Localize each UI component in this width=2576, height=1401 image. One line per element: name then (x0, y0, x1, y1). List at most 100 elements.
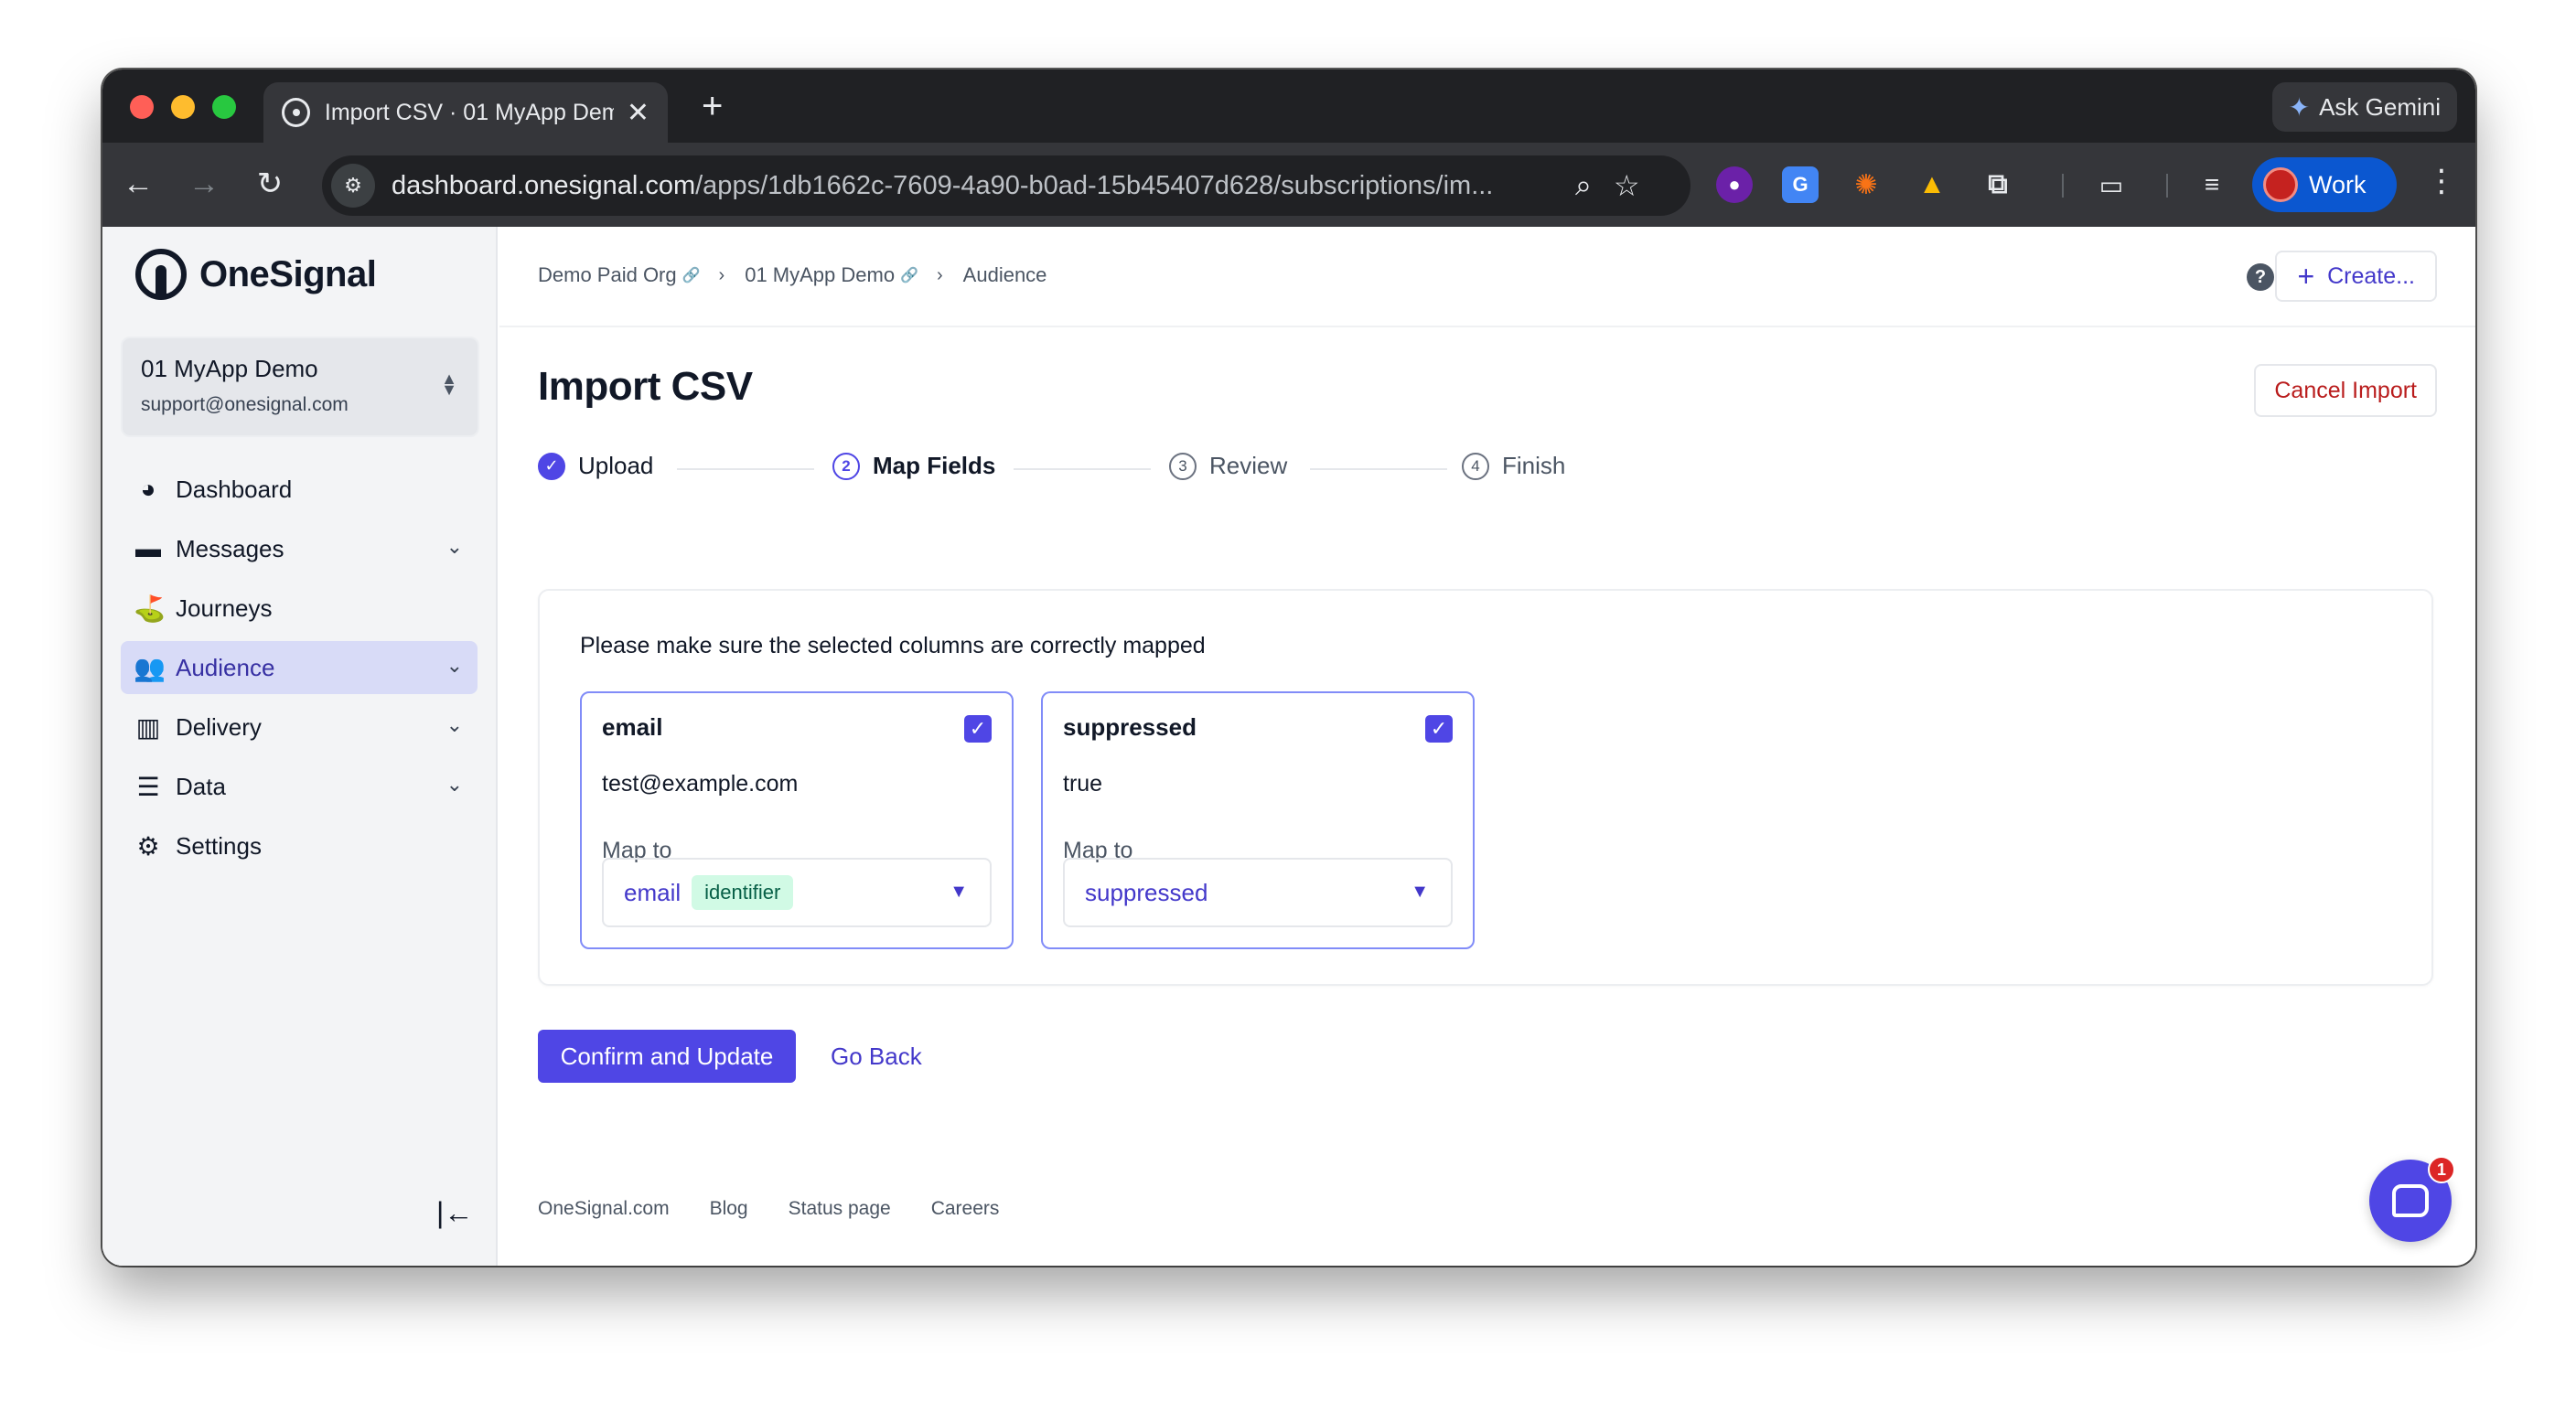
back-arrow-icon[interactable]: ← (115, 161, 161, 207)
sidebar-item-delivery[interactable]: ▥ Delivery ⌄ (121, 700, 478, 754)
step-connector (1014, 468, 1151, 470)
collapse-sidebar-icon[interactable]: |← (436, 1196, 473, 1230)
mapping-instruction: Please make sure the selected columns ar… (580, 633, 1206, 658)
bookmark-star-icon[interactable]: ☆ (1614, 168, 1640, 203)
sidebar-item-label: Messages (176, 534, 284, 562)
tab-search-icon[interactable]: ▭ (2093, 166, 2130, 203)
dropdown-caret-icon: ▼ (1411, 882, 1429, 902)
sidebar-item-journeys[interactable]: ⛳ Journeys (121, 582, 478, 635)
page-title: Import CSV (538, 364, 753, 409)
browser-tab-active[interactable]: Import CSV · 01 MyApp Demo ✕ (263, 82, 668, 143)
page: OneSignal 01 MyApp Demo support@onesigna… (102, 227, 2475, 1266)
ask-gemini-button[interactable]: ✦ Ask Gemini (2271, 82, 2457, 132)
field-card-suppressed: suppressed ✓ true Map to suppressed ▼ (1041, 691, 1475, 949)
breadcrumb-app[interactable]: 01 MyApp Demo (745, 263, 895, 287)
sidebar-item-messages[interactable]: ▬ Messages ⌄ (121, 522, 478, 575)
toolbar-separator (2062, 174, 2064, 198)
create-button[interactable]: + Create... (2275, 251, 2437, 302)
close-window-button[interactable] (130, 95, 154, 119)
sample-value: true (1063, 771, 1103, 797)
include-column-checkbox[interactable]: ✓ (964, 715, 992, 743)
minimize-window-button[interactable] (171, 95, 195, 119)
brand-name: OneSignal (199, 253, 377, 294)
sidebar-item-settings[interactable]: ⚙ Settings (121, 819, 478, 872)
reload-icon[interactable]: ↻ (247, 161, 293, 207)
chat-launcher-button[interactable]: 1 (2369, 1156, 2455, 1242)
dashboard-icon: ◕ (140, 475, 156, 503)
footer-link-status[interactable]: Status page (789, 1198, 891, 1220)
breadcrumb: Demo Paid Org 🔗 › 01 MyApp Demo 🔗 › Audi… (538, 263, 1046, 287)
dropdown-caret-icon: ▼ (950, 882, 968, 902)
step-upload: ✓ Upload (538, 452, 653, 480)
sidebar-item-dashboard[interactable]: ◕ Dashboard (121, 463, 478, 516)
column-name: email (602, 713, 663, 741)
chevron-down-icon[interactable]: ⌄ (446, 713, 463, 737)
url-text[interactable]: dashboard.onesignal.com/apps/1db1662c-76… (392, 171, 1553, 201)
zoom-search-icon[interactable]: ⌕ (1575, 168, 1592, 203)
check-circle-icon: ✓ (538, 452, 565, 480)
link-icon: 🔗 (900, 268, 918, 283)
sidebar-item-audience[interactable]: 👥 Audience ⌄ (121, 641, 478, 694)
messages-icon: ▬ (135, 534, 161, 562)
step-label: Upload (578, 452, 654, 479)
breadcrumb-audience[interactable]: Audience (963, 263, 1047, 287)
top-bar: Demo Paid Org 🔗 › 01 MyApp Demo 🔗 › Audi… (499, 227, 2475, 327)
settings-icon: ⚙ (136, 831, 160, 861)
notification-badge: 1 (2428, 1156, 2455, 1183)
sunburst-extension-icon[interactable]: ✺ (1848, 166, 1884, 203)
step-label: Map Fields (873, 452, 996, 479)
breadcrumb-org[interactable]: Demo Paid Org (538, 263, 677, 287)
step-connector (677, 468, 814, 470)
sidebar-item-label: Audience (176, 653, 275, 681)
footer-link-blog[interactable]: Blog (710, 1198, 748, 1220)
browser-menu-icon[interactable]: ⋮ (2426, 163, 2457, 199)
drive-extension-icon[interactable]: ▲ (1914, 166, 1950, 203)
extension-1-icon[interactable]: ● (1716, 166, 1753, 203)
cancel-import-button[interactable]: Cancel Import (2254, 364, 2437, 417)
browser-window: Import CSV · 01 MyApp Demo ✕ + ✦ Ask Gem… (102, 70, 2475, 1266)
forward-arrow-icon[interactable]: → (181, 161, 227, 207)
include-column-checkbox[interactable]: ✓ (1425, 715, 1453, 743)
updown-chevron-icon: ▲ ▼ (441, 369, 457, 399)
sidebar: OneSignal 01 MyApp Demo support@onesigna… (102, 227, 498, 1266)
address-bar[interactable]: ⚙ dashboard.onesignal.com/apps/1db1662c-… (322, 155, 1690, 216)
identifier-badge: identifier (692, 875, 794, 910)
profile-button[interactable]: Work (2252, 157, 2397, 212)
footer-link-careers[interactable]: Careers (931, 1198, 1000, 1220)
reading-list-icon[interactable]: ≡ (2194, 166, 2230, 203)
chevron-down-icon[interactable]: ⌄ (446, 773, 463, 797)
new-tab-button[interactable]: + (702, 86, 723, 127)
onesignal-logo-icon (135, 249, 187, 300)
onesignal-logo[interactable]: OneSignal (135, 249, 377, 300)
map-to-select[interactable]: suppressed ▼ (1063, 858, 1453, 927)
step-number: 4 (1462, 452, 1489, 480)
sidebar-item-data[interactable]: ☰ Data ⌄ (121, 760, 478, 813)
chevron-down-icon[interactable]: ⌄ (446, 654, 463, 678)
extensions-puzzle-icon[interactable]: ⧉ (1980, 166, 2016, 203)
tab-close-icon[interactable]: ✕ (627, 97, 649, 129)
step-review: 3 Review (1169, 452, 1287, 480)
map-to-select[interactable]: email identifier ▼ (602, 858, 992, 927)
step-map-fields: 2 Map Fields (832, 452, 995, 480)
field-card-email: email ✓ test@example.com Map to email id… (580, 691, 1014, 949)
breadcrumb-separator: › (718, 264, 725, 285)
confirm-and-update-button[interactable]: Confirm and Update (538, 1030, 796, 1083)
chevron-down-icon[interactable]: ⌄ (446, 535, 463, 559)
maximize-window-button[interactable] (212, 95, 236, 119)
journeys-icon: ⛳ (134, 594, 166, 623)
site-settings-icon[interactable]: ⚙ (331, 164, 375, 208)
app-switcher[interactable]: 01 MyApp Demo support@onesignal.com ▲ ▼ (121, 337, 479, 437)
go-back-link[interactable]: Go Back (831, 1043, 922, 1071)
sidebar-item-label: Data (176, 772, 226, 800)
tab-strip: Import CSV · 01 MyApp Demo ✕ + ✦ Ask Gem… (102, 70, 2475, 143)
footer-links: OneSignal.com Blog Status page Careers (538, 1198, 1039, 1220)
profile-label: Work (2309, 170, 2367, 198)
step-number: 3 (1169, 452, 1197, 480)
footer-link-onesignal[interactable]: OneSignal.com (538, 1198, 670, 1220)
breadcrumb-separator: › (937, 264, 943, 285)
sidebar-item-label: Settings (176, 831, 262, 860)
help-icon[interactable]: ? (2247, 263, 2274, 291)
sidebar-nav: ◕ Dashboard ▬ Messages ⌄ ⛳ Journeys 👥 Au… (121, 463, 478, 879)
avatar (2263, 167, 2298, 202)
translate-extension-icon[interactable]: G (1782, 166, 1819, 203)
